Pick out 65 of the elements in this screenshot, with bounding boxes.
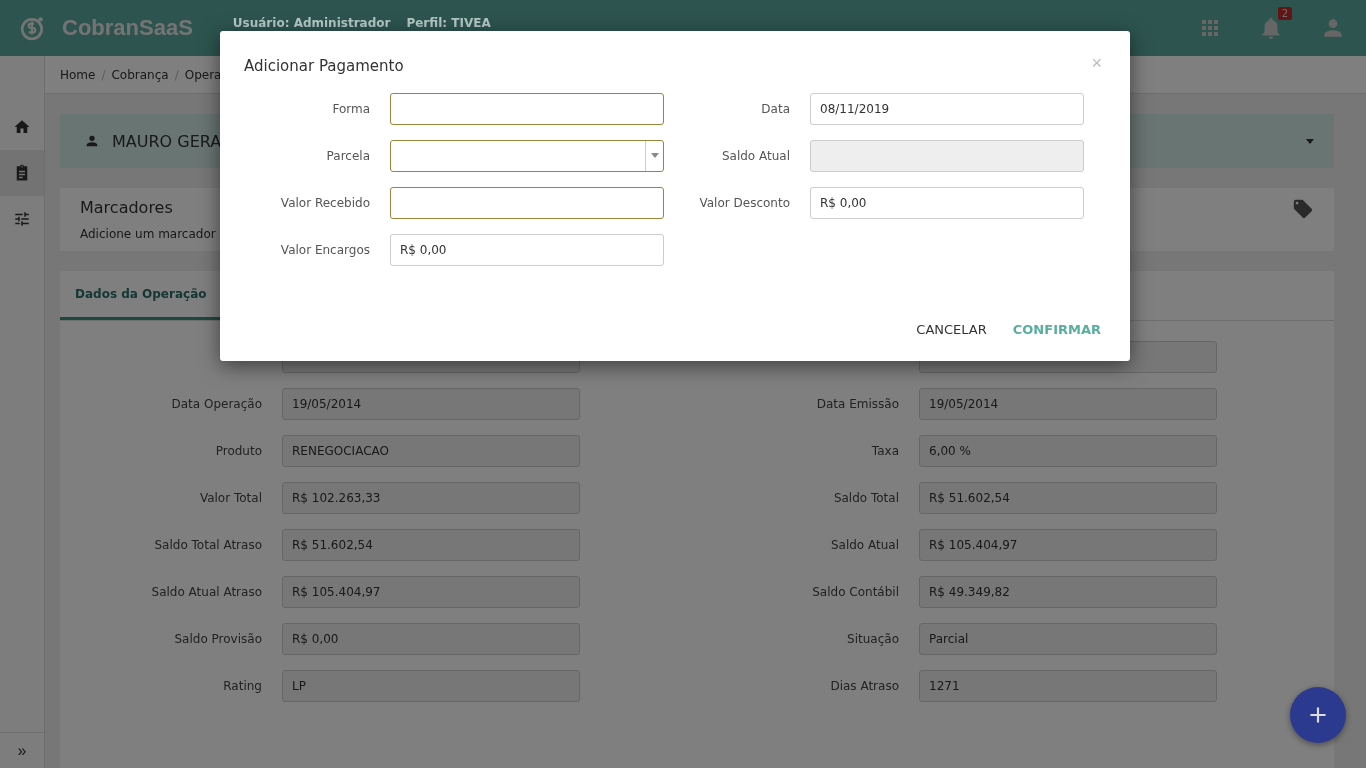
field-label: Valor Total [198, 491, 262, 505]
select-field[interactable] [390, 140, 664, 172]
field-label: Parcela [325, 149, 370, 163]
input-field: R$ 0,00 [282, 623, 580, 655]
app-logo: CobranSaaS [62, 15, 193, 41]
field-label: Saldo Atual [829, 538, 899, 552]
input-field: R$ 49.349,82 [919, 576, 1217, 608]
confirm-button[interactable]: CONFIRMAR [1007, 318, 1106, 341]
input-field: 1271 [919, 670, 1217, 702]
input-field: LP [282, 670, 580, 702]
profile-label: Perfil: TIVEA [406, 16, 491, 30]
dialog-title: Adicionar Pagamento [244, 57, 404, 75]
field-label: Data [760, 102, 790, 116]
tag-icon [1292, 198, 1314, 220]
field-label: Saldo Total Atraso [153, 538, 262, 552]
breadcrumb-separator: / [174, 67, 179, 82]
field-label: Situação [846, 632, 899, 646]
field-label: Saldo Total [832, 491, 899, 505]
field-label: Data Operação [170, 397, 262, 411]
input-field: 19/05/2014 [282, 388, 580, 420]
caret-icon[interactable] [1306, 138, 1314, 144]
breadcrumb-link[interactable]: Cobrança [111, 67, 169, 82]
input-field: RENEGOCIACAO [282, 435, 580, 467]
field-label: Rating [222, 679, 262, 693]
breadcrumb-link[interactable]: Home [60, 67, 96, 82]
input-field: R$ 105.404,97 [282, 576, 580, 608]
input-field: R$ 51.602,54 [282, 529, 580, 561]
clipboard-button[interactable] [0, 150, 44, 196]
input-field: R$ 102.263,33 [282, 482, 580, 514]
sidebar-toggle[interactable]: » [0, 732, 44, 768]
field-label: Saldo Provisão [173, 632, 262, 646]
client-name: MAURO GERA [112, 131, 222, 151]
person-icon [84, 133, 100, 149]
markers-hint: Adicione um marcador [80, 227, 216, 241]
input-field[interactable] [390, 93, 664, 125]
field-label: Taxa [870, 444, 899, 458]
caret-icon [650, 153, 659, 159]
logo-icon [20, 15, 46, 41]
field-label: Saldo Atual [720, 149, 790, 163]
input-field[interactable]: R$ 0,00 [390, 234, 664, 266]
field-label: Valor Desconto [698, 196, 790, 210]
input-field: 6,00 % [919, 435, 1217, 467]
breadcrumb-separator: / [101, 67, 106, 82]
field-label: Valor Recebido [279, 196, 370, 210]
field-label: Forma [331, 102, 370, 116]
field-label: Saldo Atual Atraso [150, 585, 262, 599]
notification-badge: 2 [1277, 7, 1292, 20]
sliders-icon [13, 210, 31, 228]
breadcrumb-link[interactable]: Opera [184, 67, 222, 82]
field-label: Produto [214, 444, 262, 458]
markers-title: Marcadores [80, 198, 174, 217]
user-label: Usuário: Administrador [232, 16, 391, 30]
input-field: R$ 105.404,97 [919, 529, 1217, 561]
input-field: 19/05/2014 [919, 388, 1217, 420]
input-field[interactable]: R$ 0,00 [810, 187, 1084, 219]
field-label: Valor Encargos [279, 243, 370, 257]
input-field[interactable] [390, 187, 664, 219]
home-icon [13, 118, 31, 136]
input-field: Parcial [919, 623, 1217, 655]
input-field[interactable]: 08/11/2019 [810, 93, 1084, 125]
field-label: Data Emissão [815, 397, 899, 411]
input-field: R$ 51.602,54 [919, 482, 1217, 514]
field-label: Dias Atraso [829, 679, 899, 693]
field-label: Saldo Contábil [811, 585, 899, 599]
cancel-button[interactable]: CANCELAR [911, 318, 992, 341]
